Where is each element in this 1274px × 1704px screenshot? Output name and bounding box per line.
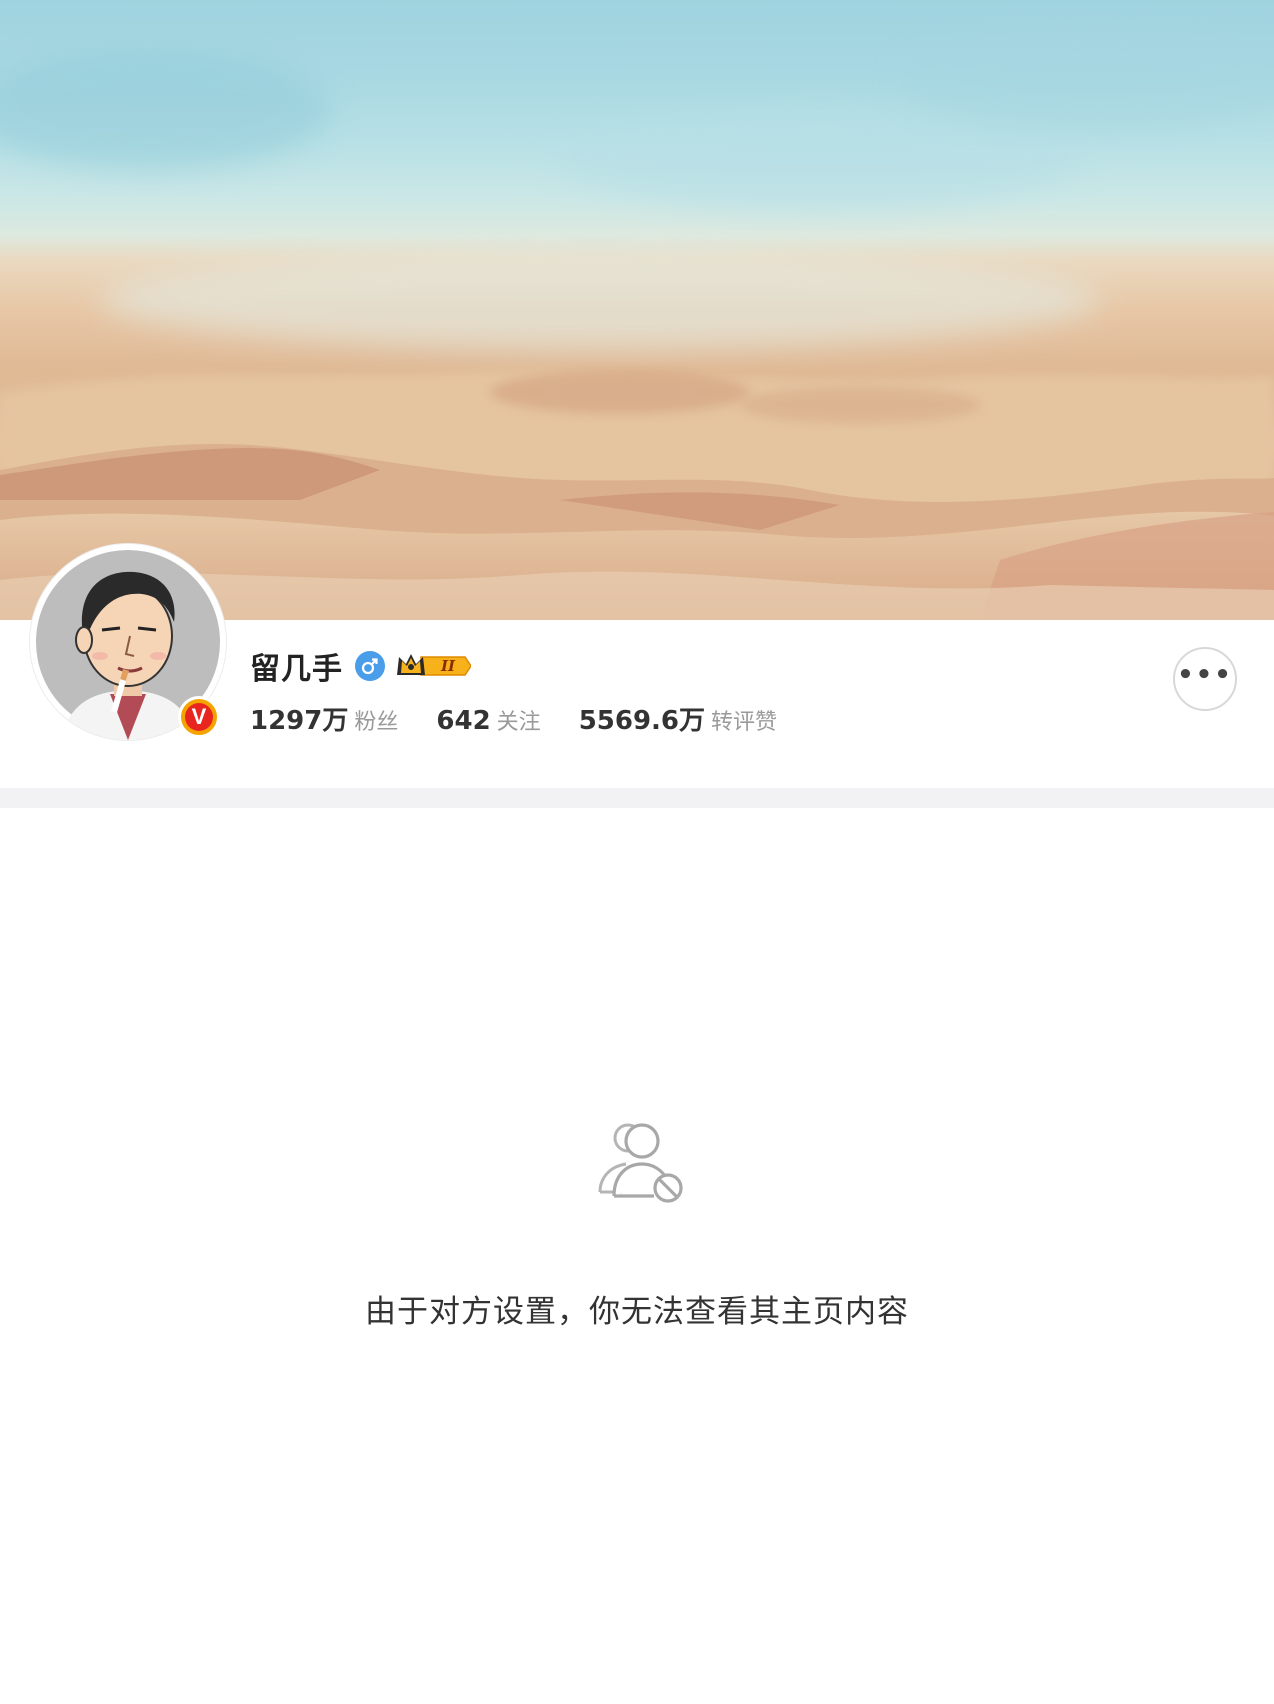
name-row: 留几手 II	[250, 643, 485, 689]
stat-followers[interactable]: 1297万 粉丝	[250, 700, 398, 737]
section-divider	[0, 788, 1274, 808]
vip-crown-icon[interactable]: II	[395, 651, 485, 681]
male-gender-icon	[355, 651, 385, 681]
following-label: 关注	[496, 710, 541, 735]
followers-label: 粉丝	[354, 710, 399, 735]
verified-badge-icon: V	[178, 696, 220, 738]
interactions-count: 5569.6万	[578, 706, 706, 736]
stats-row: 1297万 粉丝 642 关注 5569.6万 转评赞	[250, 700, 815, 744]
cover-image	[0, 0, 1274, 620]
more-dots-icon: •••	[1177, 660, 1233, 690]
beach-scene	[0, 30, 1274, 620]
stat-following[interactable]: 642 关注	[436, 704, 540, 736]
user-blocked-icon	[592, 1116, 688, 1204]
stat-interactions[interactable]: 5569.6万 转评赞	[579, 700, 777, 737]
vip-level-label: II	[441, 657, 456, 675]
username: 留几手	[250, 652, 343, 687]
interactions-label: 转评赞	[711, 710, 778, 735]
verified-badge-label: V	[185, 703, 213, 731]
followers-count: 1297万	[250, 706, 349, 736]
following-count: 642	[436, 706, 491, 736]
blocked-message: 由于对方设置，你无法查看其主页内容	[365, 1294, 909, 1330]
more-options-button[interactable]: •••	[1173, 647, 1237, 711]
